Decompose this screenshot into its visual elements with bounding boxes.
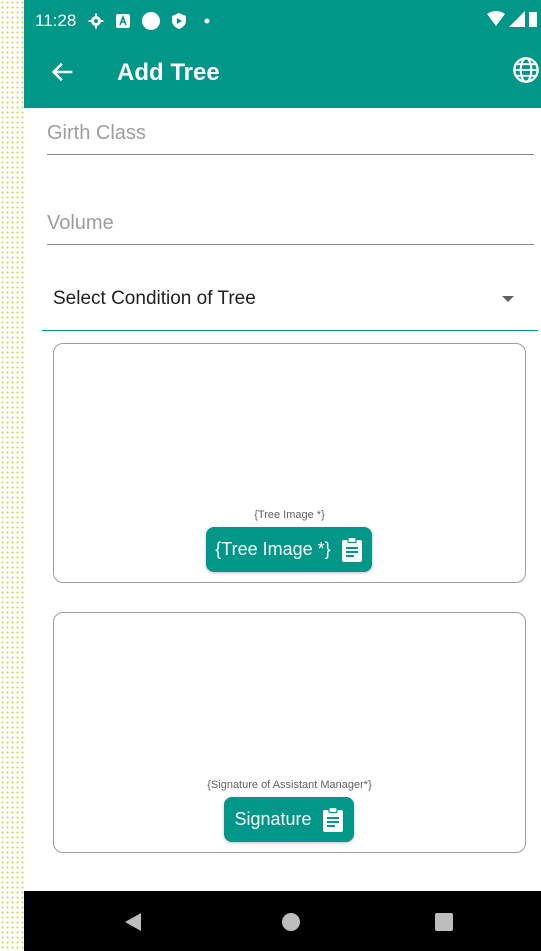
condition-dropdown-label: Select Condition of Tree bbox=[53, 288, 256, 309]
signature-button-label: Signature bbox=[234, 809, 312, 829]
tree-image-button-label: {Tree Image *} bbox=[215, 539, 331, 559]
status-time: 11:28 bbox=[35, 11, 77, 30]
a-icon bbox=[116, 14, 131, 28]
shield-icon bbox=[172, 13, 187, 29]
system-nav-bar bbox=[24, 891, 541, 951]
signature-button[interactable]: Signature bbox=[224, 797, 354, 842]
volume-placeholder: Volume bbox=[47, 212, 114, 234]
clipboard-icon bbox=[322, 806, 343, 832]
tree-image-card: {Tree Image *} {Tree Image *} bbox=[53, 343, 526, 583]
girth-class-placeholder: Girth Class bbox=[47, 122, 146, 144]
gear-icon bbox=[88, 13, 104, 29]
dropdown-arrow-icon bbox=[502, 296, 514, 302]
nav-recent-apps-icon[interactable] bbox=[435, 913, 453, 931]
battery-icon bbox=[529, 12, 537, 27]
girth-class-field[interactable]: Girth Class bbox=[47, 122, 534, 155]
status-right-icons bbox=[487, 11, 537, 27]
globe-icon[interactable] bbox=[512, 56, 540, 84]
dotted-edge bbox=[0, 0, 24, 951]
signature-caption: {Signature of Assistant Manager*} bbox=[207, 779, 372, 791]
volume-field[interactable]: Volume bbox=[47, 212, 534, 245]
signal-icon bbox=[509, 11, 525, 27]
phone-screen: 11:28 Add Tree Girth Class Volume Select… bbox=[24, 0, 541, 951]
wifi-icon bbox=[487, 11, 505, 26]
app-bar: Add Tree bbox=[24, 42, 541, 108]
clipboard-icon bbox=[341, 536, 362, 562]
page-title: Add Tree bbox=[117, 59, 220, 86]
nav-home-icon[interactable] bbox=[282, 913, 300, 931]
circle-icon bbox=[142, 12, 161, 30]
arrow-left-icon[interactable] bbox=[49, 58, 77, 86]
dot-icon bbox=[204, 18, 210, 24]
status-bar: 11:28 bbox=[24, 0, 541, 42]
signature-card: {Signature of Assistant Manager*} Signat… bbox=[53, 612, 526, 853]
tree-image-button[interactable]: {Tree Image *} bbox=[206, 527, 372, 572]
tree-image-caption: {Tree Image *} bbox=[254, 509, 325, 521]
condition-dropdown[interactable]: Select Condition of Tree bbox=[42, 278, 538, 331]
nav-back-icon[interactable] bbox=[125, 913, 141, 931]
